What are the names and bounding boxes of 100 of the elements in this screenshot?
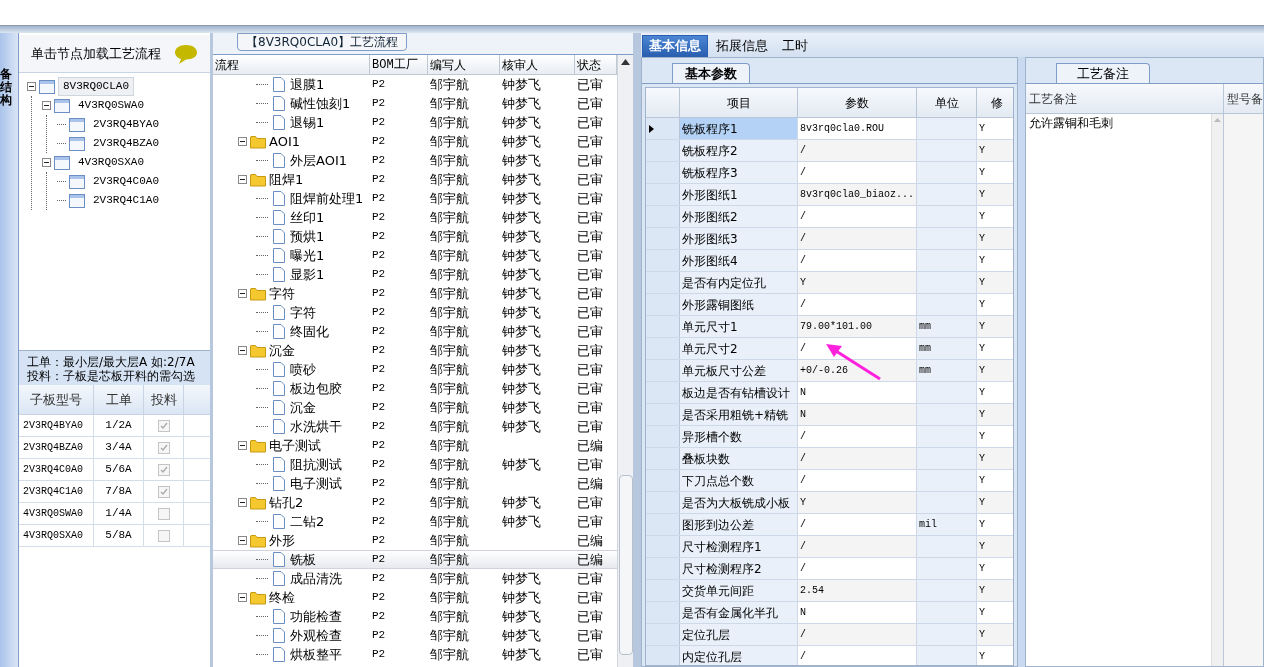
table-cell[interactable]: 铣板程序3 — [680, 162, 798, 183]
table-cell[interactable]: 单元尺寸2 — [680, 338, 798, 359]
table-cell[interactable]: 异形槽个数 — [680, 426, 798, 447]
column-header[interactable]: 工单 — [94, 385, 144, 414]
splitter[interactable] — [1018, 57, 1025, 667]
tree-node[interactable]: 字符 — [290, 302, 316, 323]
tree-node[interactable]: 4V3RQ0SXA0 — [73, 153, 149, 172]
tree-node[interactable]: 功能检查 — [290, 606, 342, 627]
table-cell[interactable]: 是否为大板铣成小板 — [680, 492, 798, 513]
checkbox[interactable] — [157, 441, 170, 454]
subtab[interactable]: 工艺备注 — [1056, 63, 1150, 83]
tree-node[interactable]: 外层AOI1 — [290, 150, 347, 171]
collapse-toggle[interactable] — [238, 536, 247, 545]
collapse-toggle[interactable] — [238, 175, 247, 184]
tree-node[interactable]: 退膜1 — [290, 74, 325, 95]
tree-node[interactable]: 显影1 — [290, 264, 325, 285]
tree-node[interactable]: 终检 — [269, 587, 295, 608]
tree-node[interactable]: 电子测试 — [290, 473, 342, 494]
column-header[interactable]: 核审人 — [500, 55, 575, 74]
tree-node[interactable]: 喷砂 — [290, 359, 316, 380]
scroll-up-icon[interactable] — [621, 59, 630, 65]
tree-node[interactable]: 2V3RQ4BYA0 — [88, 115, 164, 134]
table-cell[interactable]: 图形到边公差 — [680, 514, 798, 535]
tree-node[interactable]: 电子测试 — [269, 435, 321, 456]
tree-node[interactable]: 2V3RQ4C0A0 — [88, 172, 164, 191]
tree-node[interactable]: 铣板 — [290, 549, 316, 570]
tab[interactable]: 基本信息 — [642, 35, 708, 57]
column-header[interactable]: 流程 — [213, 55, 370, 74]
column-header[interactable]: 工艺备注 — [1026, 84, 1224, 113]
table-cell[interactable]: 尺寸检测程序2 — [680, 558, 798, 579]
table-cell[interactable]: 是否采用粗铣+精铣 — [680, 404, 798, 425]
row-header[interactable] — [646, 118, 680, 139]
checkbox[interactable] — [157, 419, 170, 432]
table-cell[interactable]: 单元尺寸1 — [680, 316, 798, 337]
table-cell[interactable]: 叠板块数 — [680, 448, 798, 469]
collapse-toggle[interactable] — [238, 498, 247, 507]
column-header[interactable]: BOM工厂 — [370, 55, 428, 74]
column-header[interactable]: 投料 — [144, 385, 184, 414]
tree-node[interactable]: 外观检查 — [290, 625, 342, 646]
tree-node[interactable]: 二钻2 — [290, 511, 325, 532]
table-cell[interactable]: 外形图纸3 — [680, 228, 798, 249]
table-cell[interactable]: 定位孔层 — [680, 624, 798, 645]
table-cell[interactable]: 铣板程序2 — [680, 140, 798, 161]
column-header[interactable]: 单位 — [917, 88, 977, 117]
tree-node[interactable]: 阻抗测试 — [290, 454, 342, 475]
tree-node[interactable]: 沉金 — [290, 397, 316, 418]
scrollbar[interactable] — [1211, 114, 1223, 666]
column-header[interactable]: 子板型号 — [19, 385, 94, 414]
side-tab[interactable]: 备结构 — [0, 68, 12, 108]
tree-node[interactable]: 阻焊前处理1 — [290, 188, 364, 209]
collapse-toggle[interactable] — [238, 593, 247, 602]
table-cell[interactable]: 尺寸检测程序1 — [680, 536, 798, 557]
tree-node[interactable]: 水洗烘干 — [290, 416, 342, 437]
table-cell[interactable]: 板边是否有钻槽设计 — [680, 382, 798, 403]
scrollbar[interactable] — [617, 55, 633, 667]
table-cell[interactable]: 是否有金属化半孔 — [680, 602, 798, 623]
tree-node[interactable]: 2V3RQ4BZA0 — [88, 134, 164, 153]
table-cell[interactable]: 内定位孔层 — [680, 646, 798, 665]
subtab[interactable]: 基本参数 — [672, 63, 750, 83]
selected-row[interactable]: 铣板 P2 邹宇航 已编 — [213, 550, 617, 569]
tree-node[interactable]: 丝印1 — [290, 207, 325, 228]
column-header[interactable]: 修 — [977, 88, 1013, 117]
collapse-toggle[interactable] — [238, 441, 247, 450]
tree-node[interactable]: 钻孔2 — [269, 492, 304, 513]
collapse-toggle[interactable] — [42, 158, 51, 167]
tree-node[interactable]: 4V3RQ0SWA0 — [73, 96, 149, 115]
table-cell[interactable]: 交货单元间距 — [680, 580, 798, 601]
checkbox[interactable] — [157, 529, 170, 542]
tree-node[interactable]: 烘板整平 — [290, 644, 342, 665]
table-cell[interactable]: 铣板程序1 — [680, 118, 798, 139]
table-cell[interactable]: 外形露铜图纸 — [680, 294, 798, 315]
collapse-toggle[interactable] — [27, 82, 36, 91]
tree-node[interactable]: 字符 — [269, 283, 295, 304]
column-header[interactable]: 型号备 — [1224, 84, 1263, 113]
tab[interactable]: 工时 — [776, 35, 814, 57]
checkbox[interactable] — [157, 485, 170, 498]
tree-node[interactable]: 沉金 — [269, 340, 295, 361]
collapse-toggle[interactable] — [238, 137, 247, 146]
tab[interactable]: 拓展信息 — [710, 35, 774, 57]
collapse-toggle[interactable] — [238, 346, 247, 355]
tree-node[interactable]: 退锡1 — [290, 112, 325, 133]
table-cell[interactable]: 外形图纸2 — [680, 206, 798, 227]
table-cell[interactable]: 单元板尺寸公差 — [680, 360, 798, 381]
scroll-thumb[interactable] — [618, 475, 633, 655]
checkbox[interactable] — [157, 463, 170, 476]
tree-node[interactable]: 预烘1 — [290, 226, 325, 247]
tree-node[interactable]: 8V3RQ0CLA0 — [58, 77, 134, 96]
tree-node[interactable]: 终固化 — [290, 321, 329, 342]
table-cell[interactable]: 下刀点总个数 — [680, 470, 798, 491]
tree-node[interactable]: 成品清洗 — [290, 568, 342, 589]
tree-node[interactable]: 碱性蚀刻1 — [290, 93, 351, 114]
tree-node[interactable]: 外形 — [269, 530, 295, 551]
tree-node[interactable]: 阻焊1 — [269, 169, 304, 190]
column-header[interactable]: 参数 — [798, 88, 917, 117]
collapse-toggle[interactable] — [42, 101, 51, 110]
table-cell[interactable]: 外形图纸1 — [680, 184, 798, 205]
column-header[interactable]: 项目 — [680, 88, 798, 117]
tree-node[interactable]: 2V3RQ4C1A0 — [88, 191, 164, 210]
tree-node[interactable]: 板边包胶 — [290, 378, 342, 399]
tree-node[interactable]: 曝光1 — [290, 245, 325, 266]
